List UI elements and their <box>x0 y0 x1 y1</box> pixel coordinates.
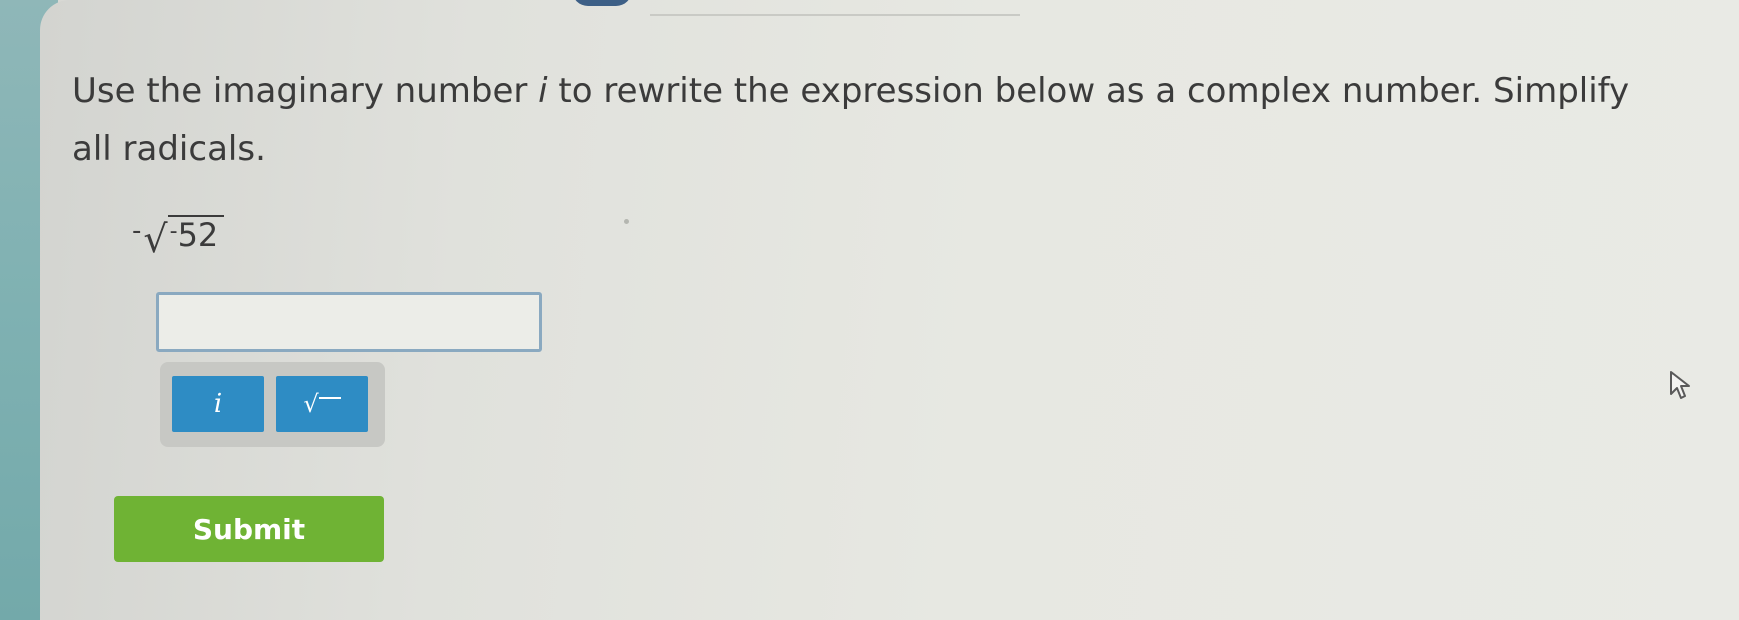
top-divider <box>650 14 1020 16</box>
prompt-text-before: Use the imaginary number <box>72 71 539 111</box>
stray-dot <box>624 219 629 224</box>
question-prompt: Use the imaginary number i to rewrite th… <box>72 62 1672 178</box>
radical-symbol: √ <box>143 217 168 261</box>
sqrt-icon: √ <box>303 390 319 418</box>
insert-i-button[interactable]: i <box>172 376 264 432</box>
sqrt-bar <box>318 397 341 417</box>
answer-input[interactable] <box>156 292 542 352</box>
mouse-pointer-icon <box>1670 371 1690 399</box>
submit-button[interactable]: Submit <box>114 496 384 562</box>
radicand-value: 52 <box>177 216 219 254</box>
math-expression: - √ -52 <box>132 208 225 261</box>
imaginary-variable: i <box>538 71 548 111</box>
radicand: -52 <box>167 215 225 258</box>
radicand-sign: - <box>169 219 178 244</box>
math-keypad: i √ <box>160 362 385 447</box>
key-i-label: i <box>213 389 223 419</box>
insert-sqrt-button[interactable]: √ <box>276 376 368 432</box>
expression-outer-sign: - <box>132 216 142 246</box>
